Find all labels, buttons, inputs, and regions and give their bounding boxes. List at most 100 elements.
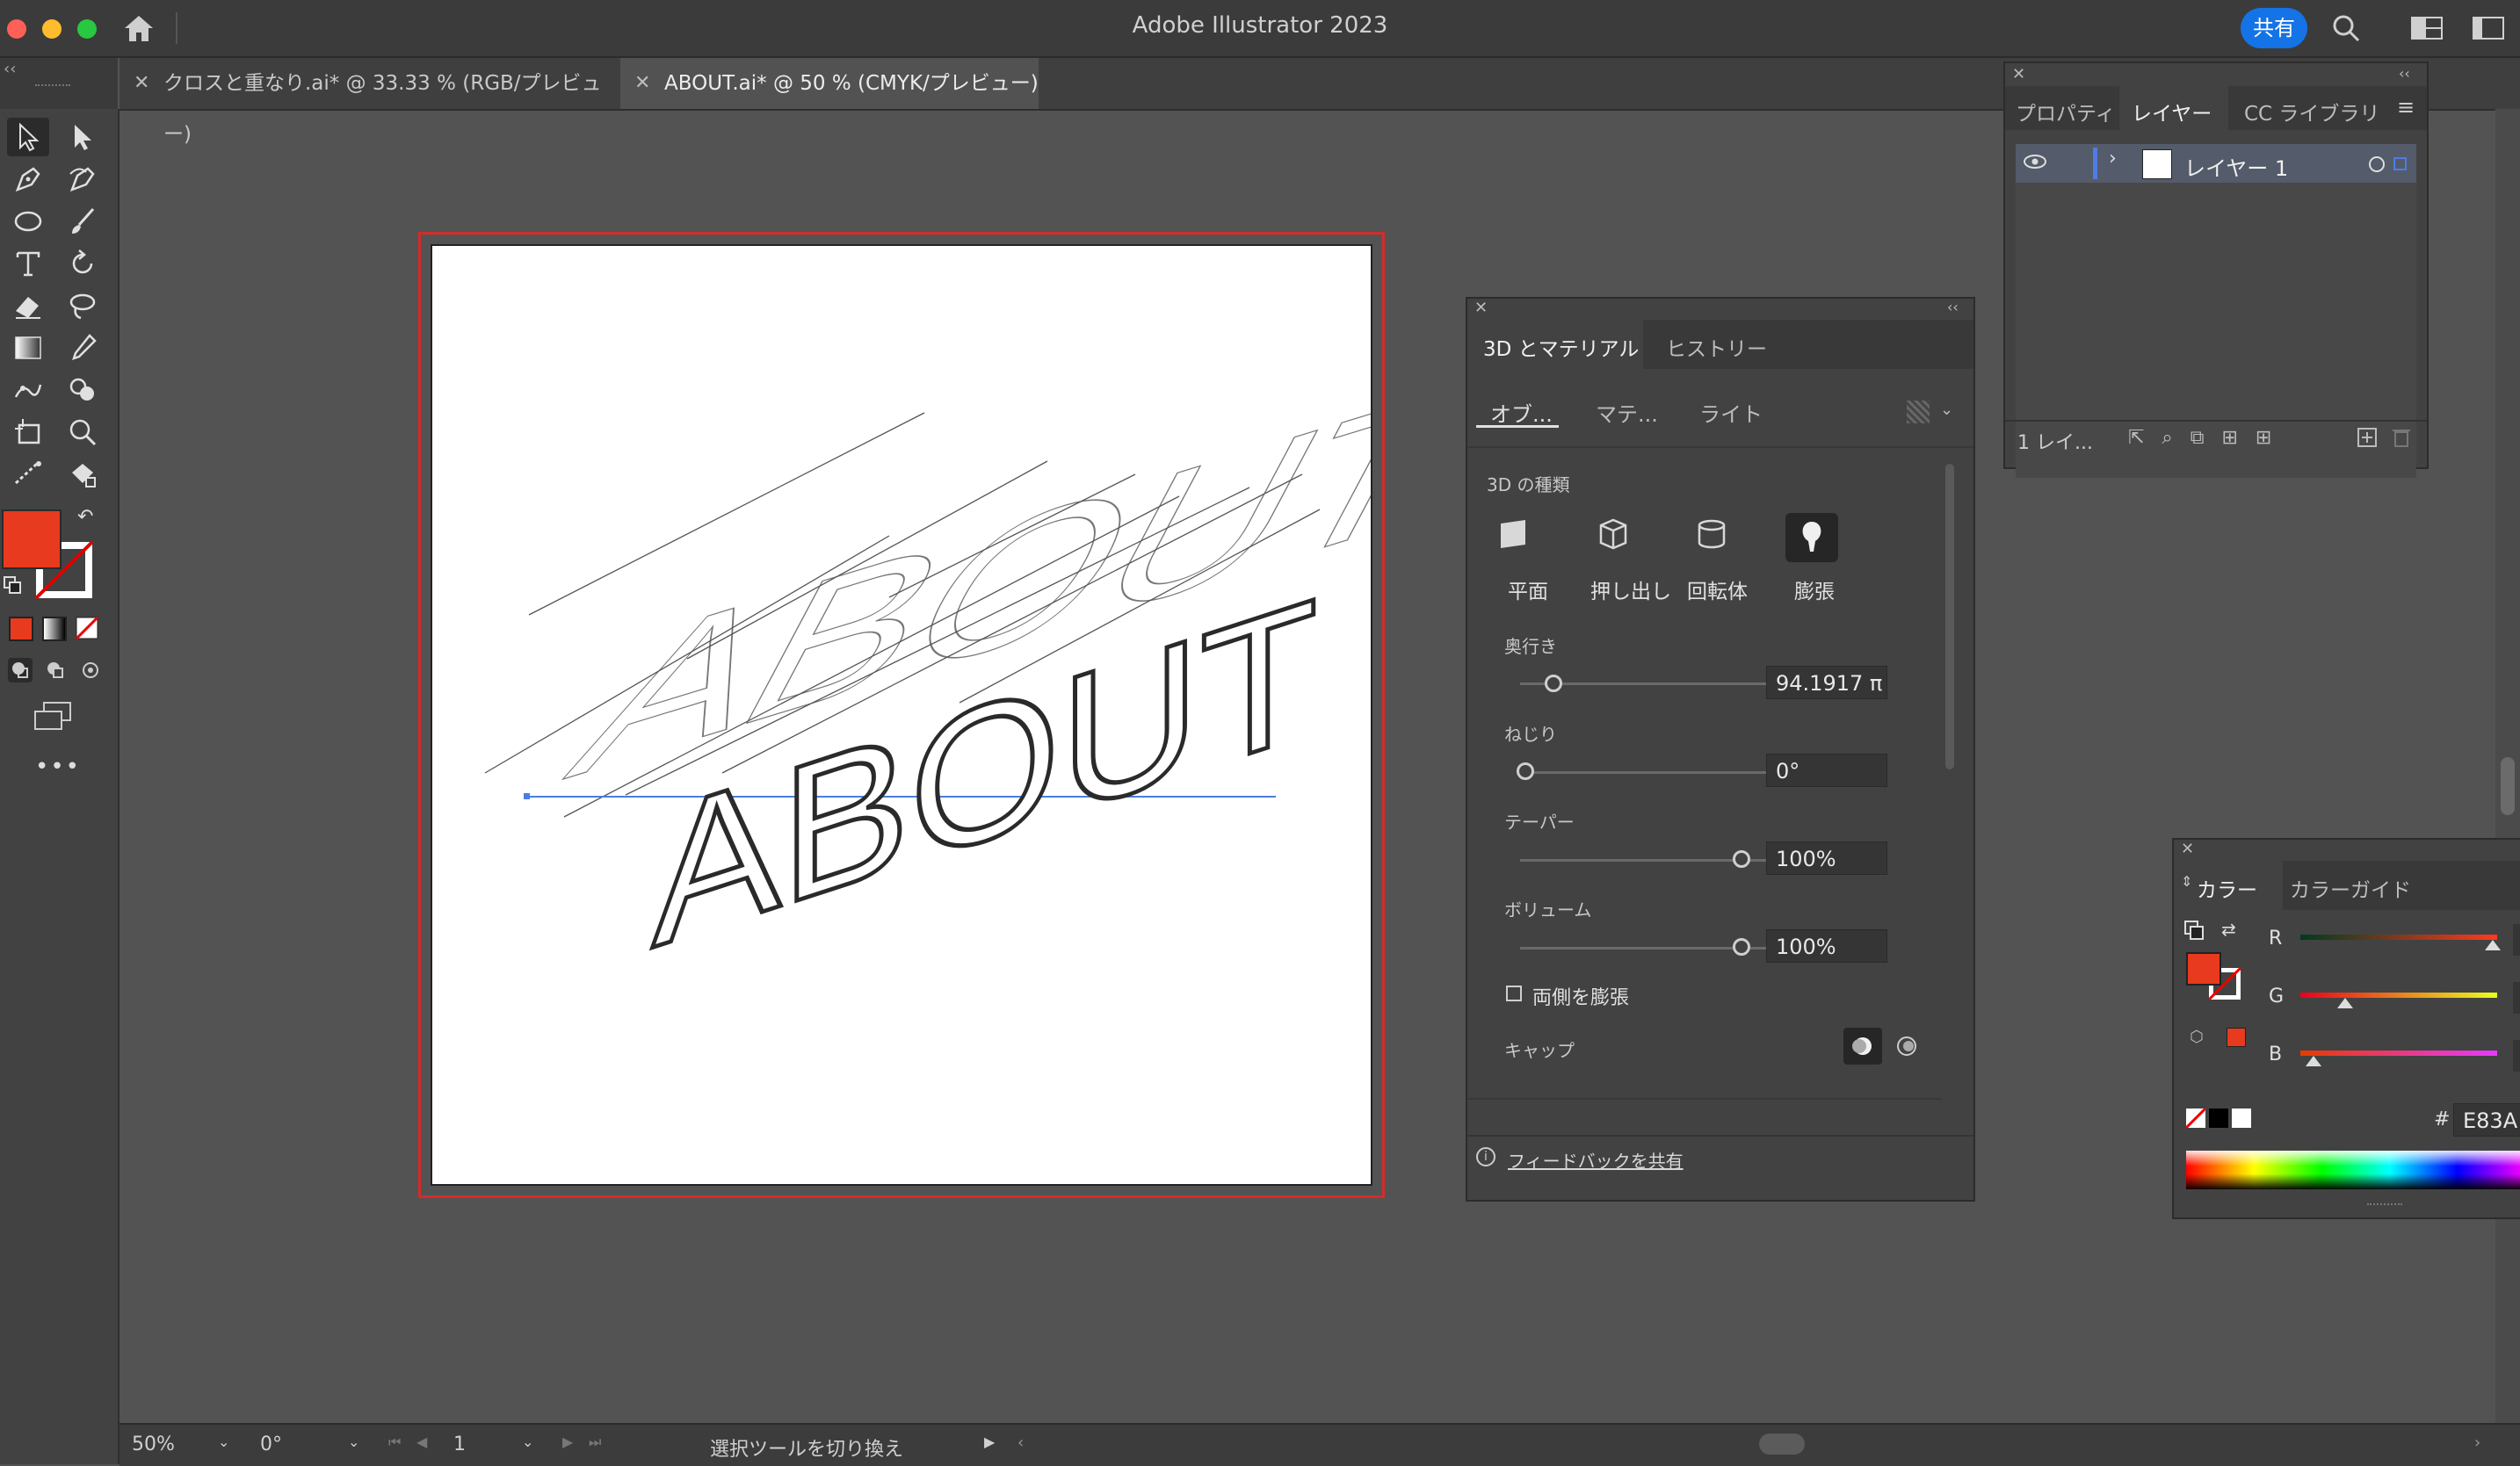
tab-layers[interactable]: レイヤー bbox=[2132, 97, 2212, 126]
expand-layer-icon[interactable]: › bbox=[2109, 148, 2117, 170]
lasso-tool-icon[interactable] bbox=[62, 286, 104, 325]
layers-footer-icons[interactable]: ⇱⌕⧉⊞⊞ bbox=[2128, 427, 2289, 449]
eyedropper-tool-icon[interactable] bbox=[62, 329, 104, 367]
close-panel-icon[interactable]: ✕ bbox=[2181, 840, 2194, 858]
r-value-field[interactable] bbox=[2513, 924, 2520, 956]
twist-slider-knob[interactable] bbox=[1517, 762, 1534, 780]
close-panel-icon[interactable]: ✕ bbox=[1474, 299, 1488, 317]
document-tab[interactable]: ✕ クロスと重なり.ai* @ 33.33 % (RGB/プレビュー) bbox=[119, 58, 619, 146]
close-tab-icon[interactable]: ✕ bbox=[634, 58, 650, 109]
share-feedback-link[interactable]: フィードバックを共有 bbox=[1508, 1147, 1684, 1173]
artwork[interactable]: ABOUT ABOUT bbox=[432, 246, 1510, 1184]
none-mode-icon[interactable] bbox=[75, 616, 99, 640]
blend-tool-icon[interactable] bbox=[7, 455, 49, 494]
panel-scroll-thumb[interactable] bbox=[1945, 464, 1954, 769]
artboard-number[interactable]: 1 bbox=[453, 1434, 466, 1455]
target-icon[interactable] bbox=[2369, 156, 2385, 172]
color-spectrum[interactable] bbox=[2186, 1151, 2520, 1189]
default-fill-stroke-icon[interactable] bbox=[4, 576, 21, 597]
sort-icon[interactable]: ⇕ bbox=[2181, 873, 2192, 890]
r-slider-knob[interactable] bbox=[2485, 940, 2501, 950]
panel-grip[interactable] bbox=[2367, 1203, 2402, 1210]
color-mode-icon[interactable] bbox=[9, 617, 33, 641]
draw-behind-icon[interactable] bbox=[42, 657, 69, 687]
ellipse-tool-icon[interactable] bbox=[7, 202, 49, 241]
shape-builder-tool-icon[interactable] bbox=[62, 371, 104, 409]
revolve-icon[interactable] bbox=[1694, 516, 1729, 555]
gradient-tool-icon[interactable] bbox=[7, 329, 49, 367]
tab-cc-libraries[interactable]: CC ライブラリ bbox=[2244, 97, 2379, 126]
inflate-type-button[interactable] bbox=[1785, 513, 1838, 562]
panel-layout-icon[interactable] bbox=[2473, 16, 2504, 44]
rotate-tool-icon[interactable] bbox=[62, 244, 104, 283]
first-artboard-icon[interactable]: ⏮ bbox=[388, 1434, 401, 1451]
layer-row[interactable]: › レイヤー 1 bbox=[2016, 144, 2416, 183]
eraser-tool-icon[interactable] bbox=[7, 286, 49, 325]
panel-scrollbar[interactable] bbox=[1940, 448, 1961, 1116]
scroll-right-icon[interactable]: › bbox=[2474, 1434, 2480, 1452]
cap-on-button[interactable] bbox=[1843, 1028, 1882, 1065]
vertical-scroll-thumb[interactable] bbox=[2501, 757, 2515, 815]
twist-slider-track[interactable] bbox=[1520, 771, 1785, 774]
selection-indicator-icon[interactable] bbox=[2393, 157, 2407, 170]
b-slider[interactable] bbox=[2300, 1051, 2497, 1056]
depth-slider-knob[interactable] bbox=[1545, 675, 1562, 692]
collapse-panel-icon[interactable]: ‹‹ bbox=[1947, 299, 1959, 315]
extrude-icon[interactable] bbox=[1596, 516, 1631, 555]
swap-colors-icon[interactable]: ⇄ bbox=[2221, 919, 2236, 940]
eye-icon[interactable] bbox=[2023, 151, 2047, 176]
selection-tool-icon[interactable] bbox=[7, 118, 49, 156]
chevron-down-icon[interactable]: ⌄ bbox=[218, 1434, 229, 1450]
curvature-tool-icon[interactable] bbox=[62, 160, 104, 199]
search-icon[interactable] bbox=[2330, 12, 2362, 47]
subtab-lighting[interactable]: ライト bbox=[1699, 397, 1763, 428]
last-artboard-icon[interactable]: ⏭ bbox=[589, 1434, 601, 1451]
artboard[interactable]: ABOUT ABOUT bbox=[431, 244, 1510, 1186]
render-preview-icon[interactable] bbox=[1907, 401, 1930, 423]
r-slider[interactable] bbox=[2300, 935, 2497, 940]
volume-input[interactable]: 100% bbox=[1766, 929, 1887, 963]
type-tool-icon[interactable] bbox=[7, 244, 49, 283]
rotation-value[interactable]: 0° bbox=[260, 1434, 282, 1455]
next-artboard-icon[interactable]: ▶ bbox=[562, 1434, 573, 1450]
taper-input[interactable]: 100% bbox=[1766, 841, 1887, 875]
puppet-warp-tool-icon[interactable] bbox=[7, 371, 49, 409]
layer-name[interactable]: レイヤー 1 bbox=[2184, 151, 2288, 182]
collapse-toolbar-icon[interactable]: ‹‹ bbox=[4, 60, 16, 78]
tab-3d-materials[interactable]: 3D とマテリアル bbox=[1483, 332, 1639, 362]
tab-history[interactable]: ヒストリー bbox=[1666, 332, 1767, 362]
live-paint-bucket-icon[interactable] bbox=[62, 455, 104, 494]
close-panel-icon[interactable]: ✕ bbox=[2012, 65, 2025, 83]
document-tab-active[interactable]: ✕ ABOUT.ai* @ 50 % (CMYK/プレビュー) bbox=[620, 58, 1039, 109]
chevron-down-icon[interactable]: ⌄ bbox=[348, 1434, 359, 1450]
default-colors-icon[interactable] bbox=[2184, 921, 2204, 943]
chevron-down-icon[interactable]: ⌄ bbox=[1940, 401, 1953, 419]
taper-slider-knob[interactable] bbox=[1733, 850, 1750, 868]
gradient-mode-icon[interactable] bbox=[42, 617, 67, 641]
screen-mode-icon[interactable] bbox=[33, 701, 72, 736]
black-swatch[interactable] bbox=[2209, 1109, 2228, 1128]
fill-swatch[interactable] bbox=[2186, 952, 2221, 986]
both-sides-checkbox[interactable] bbox=[1506, 986, 1522, 1001]
panel-menu-icon[interactable]: ≡ bbox=[2397, 95, 2415, 119]
workspace-switcher-icon[interactable] bbox=[2411, 16, 2443, 44]
draw-normal-icon[interactable] bbox=[7, 657, 33, 687]
chevron-down-icon[interactable]: ⌄ bbox=[522, 1434, 533, 1450]
b-slider-knob[interactable] bbox=[2306, 1056, 2321, 1066]
cap-off-button[interactable] bbox=[1887, 1028, 1926, 1065]
anchor-point[interactable] bbox=[524, 793, 530, 799]
edit-toolbar-icon[interactable]: ••• bbox=[35, 754, 81, 780]
g-value-field[interactable] bbox=[2513, 982, 2520, 1014]
none-swatch[interactable] bbox=[2184, 1107, 2207, 1131]
direct-selection-tool-icon[interactable] bbox=[62, 118, 104, 156]
fill-swatch-front[interactable] bbox=[2, 509, 62, 569]
share-button[interactable]: 共有 bbox=[2241, 8, 2307, 48]
scroll-left-icon[interactable]: ‹ bbox=[1017, 1434, 1024, 1452]
pen-tool-icon[interactable] bbox=[7, 160, 49, 199]
swap-fill-stroke-icon[interactable]: ↶ bbox=[77, 506, 93, 528]
g-slider-knob[interactable] bbox=[2337, 998, 2353, 1008]
g-slider[interactable] bbox=[2300, 993, 2497, 998]
subtab-object[interactable]: オブ... bbox=[1490, 397, 1553, 428]
zoom-level[interactable]: 50% bbox=[132, 1434, 175, 1455]
prev-artboard-icon[interactable]: ◀ bbox=[416, 1434, 427, 1450]
